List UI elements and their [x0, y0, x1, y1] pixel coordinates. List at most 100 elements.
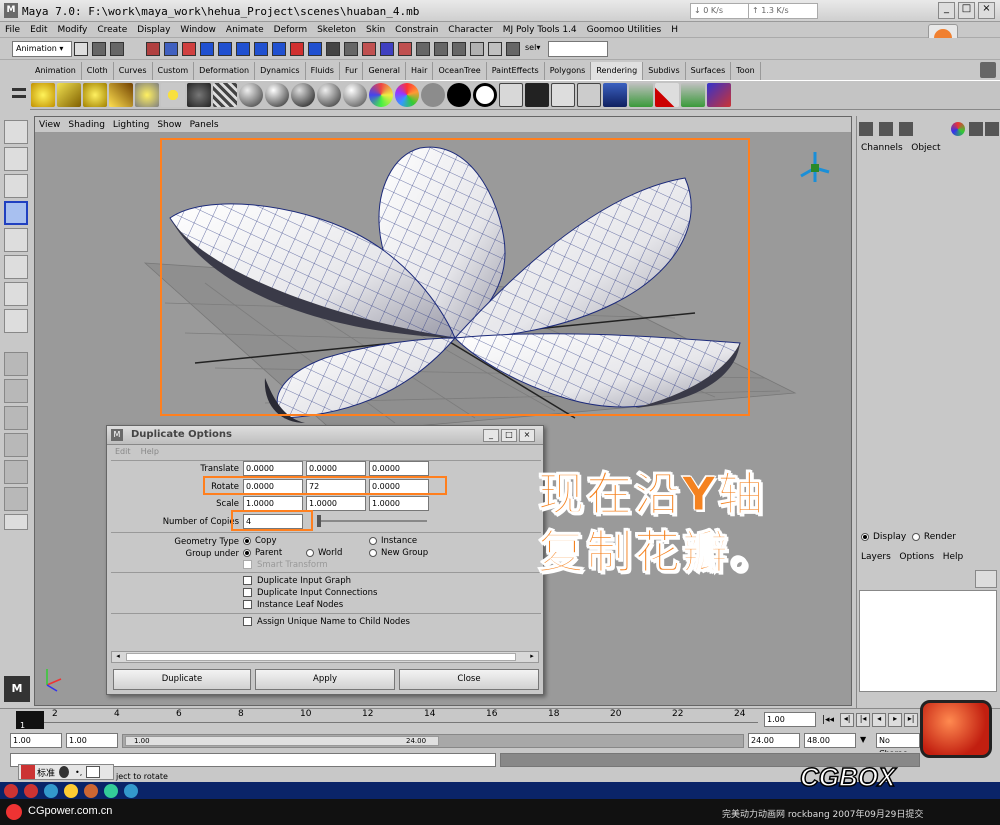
viewport-menu-shading[interactable]: Shading	[64, 117, 109, 133]
channel-icon[interactable]	[859, 122, 873, 136]
geometry-instance-option[interactable]: Instance	[369, 536, 417, 546]
tab-cloth[interactable]: Cloth	[82, 62, 114, 80]
tab-fur[interactable]: Fur	[340, 62, 364, 80]
tab-toon[interactable]: Toon	[731, 62, 761, 80]
layer-menu-help[interactable]: Help	[943, 552, 964, 562]
ambient-light-icon[interactable]	[161, 83, 185, 107]
tab-deformation[interactable]: Deformation	[194, 62, 256, 80]
four-view-icon[interactable]	[4, 379, 28, 403]
render-view-shelf-icon[interactable]	[603, 83, 627, 107]
layer-menu-layers[interactable]: Layers	[861, 552, 891, 562]
select-object-icon[interactable]	[164, 41, 178, 56]
smart-transform-checkbox[interactable]	[243, 560, 252, 569]
select-tool-icon[interactable]	[4, 120, 28, 144]
menu-edit[interactable]: Edit	[25, 22, 52, 38]
ipr-icon[interactable]	[434, 41, 448, 56]
persp-graph-icon[interactable]	[4, 487, 28, 511]
minimize-icon[interactable]: _	[938, 2, 955, 19]
group-parent-option[interactable]: Parent	[243, 548, 282, 558]
shelf-menu-icon[interactable]	[10, 84, 28, 108]
blinn-sphere-icon[interactable]	[265, 83, 289, 107]
ipr-render-icon[interactable]	[525, 83, 549, 107]
geometry-copy-radio[interactable]	[243, 536, 251, 545]
open-scene-icon[interactable]	[92, 41, 106, 56]
group-world-option[interactable]: World	[306, 548, 342, 558]
dup-input-graph-checkbox[interactable]	[243, 576, 252, 585]
menu-constrain[interactable]: Constrain	[390, 22, 443, 38]
dup-input-conn-checkbox[interactable]	[243, 588, 252, 597]
menu-modify[interactable]: Modify	[53, 22, 93, 38]
copies-slider-handle[interactable]	[317, 515, 321, 527]
taskbar-app-icon[interactable]	[4, 783, 18, 798]
dialog-minimize-icon[interactable]: _	[483, 429, 499, 442]
assign-unique-option[interactable]: Assign Unique Name to Child Nodes	[243, 617, 410, 627]
camera-icon[interactable]	[187, 83, 211, 107]
layout-toggle-icon[interactable]	[969, 122, 983, 136]
render-icon[interactable]	[416, 41, 430, 56]
viewport-menu-show[interactable]: Show	[153, 117, 185, 133]
smart-transform-option[interactable]: Smart Transform	[243, 560, 328, 570]
scroll-thumb[interactable]	[126, 653, 516, 661]
key-back-icon[interactable]: |◂	[856, 713, 871, 727]
mask3-icon[interactable]	[236, 41, 250, 56]
attr-icon[interactable]	[879, 122, 893, 136]
hypershade-icon[interactable]	[470, 41, 484, 56]
taskbar-app6-icon[interactable]	[104, 783, 118, 798]
copies-slider-track[interactable]	[317, 520, 427, 522]
paint-icon[interactable]	[707, 83, 731, 107]
tab-oceantree[interactable]: OceanTree	[433, 62, 487, 80]
layer-list[interactable]	[859, 590, 997, 692]
ime-keyboard-icon[interactable]	[86, 766, 101, 778]
end-time-field[interactable]: 48.00	[804, 733, 856, 748]
menu-display[interactable]: Display	[132, 22, 175, 38]
viewport-menu-lighting[interactable]: Lighting	[109, 117, 153, 133]
directional-light-icon[interactable]	[57, 83, 81, 107]
dialog-menu-help[interactable]: Help	[141, 447, 159, 456]
ime-logo-icon[interactable]	[21, 765, 35, 779]
area-light-icon[interactable]	[109, 83, 133, 107]
lasso-tool-icon[interactable]	[4, 147, 28, 171]
assign-unique-checkbox[interactable]	[243, 617, 252, 626]
scale-z-field[interactable]: 1.0000	[369, 496, 429, 511]
select-hierarchy-icon[interactable]	[146, 41, 160, 56]
mask6-icon[interactable]	[290, 41, 304, 56]
assign-material-icon[interactable]	[629, 83, 653, 107]
point-light-icon[interactable]	[31, 83, 55, 107]
close-icon[interactable]: ×	[978, 2, 995, 19]
mode-dropdown[interactable]: Animation ▾	[12, 40, 72, 57]
layered-shader-icon[interactable]	[369, 83, 393, 107]
make-link-icon[interactable]	[681, 83, 705, 107]
display-radio[interactable]	[861, 532, 869, 541]
translate-z-field[interactable]: 0.0000	[369, 461, 429, 476]
duplicate-button[interactable]: Duplicate	[113, 669, 251, 690]
view-axis-icon[interactable]	[800, 152, 830, 182]
current-time-field[interactable]: 1.00	[764, 712, 816, 727]
mask5-icon[interactable]	[272, 41, 286, 56]
perspective-outliner-icon[interactable]	[4, 406, 28, 430]
tab-painteffects[interactable]: PaintEffects	[487, 62, 545, 80]
render-frame-icon[interactable]	[499, 83, 523, 107]
render-settings-icon[interactable]	[452, 41, 466, 56]
break-link-icon[interactable]	[655, 83, 679, 107]
texture-icon[interactable]	[213, 83, 237, 107]
mask-icon[interactable]	[200, 41, 214, 56]
soft-mod-icon[interactable]	[4, 282, 28, 306]
anisotropic-sphere-icon[interactable]	[343, 83, 367, 107]
taskbar-app3-icon[interactable]	[44, 783, 58, 798]
snap-point-icon[interactable]	[380, 41, 394, 56]
universal-manip-icon[interactable]	[4, 255, 28, 279]
tab-surfaces[interactable]: Surfaces	[686, 62, 732, 80]
time-slider[interactable]: 1 2 4 6 8 10 12 14 16 18 20 22 24 1.00 |…	[0, 708, 1000, 730]
save-scene-icon[interactable]	[110, 41, 124, 56]
tab-channels[interactable]: Channels	[861, 143, 903, 153]
translate-x-field[interactable]: 0.0000	[243, 461, 303, 476]
layer-menu-options[interactable]: Options	[899, 552, 934, 562]
sel-dropdown[interactable]: sel▾	[522, 40, 548, 57]
lambert-sphere-icon[interactable]	[239, 83, 263, 107]
menu-goomoo-utilities[interactable]: Goomoo Utilities	[582, 22, 667, 38]
tab-dynamics[interactable]: Dynamics	[255, 62, 306, 80]
close-button[interactable]: Close	[399, 669, 539, 690]
scale-tool-icon[interactable]	[4, 228, 28, 252]
new-scene-icon[interactable]	[74, 41, 88, 56]
menu-character[interactable]: Character	[443, 22, 497, 38]
